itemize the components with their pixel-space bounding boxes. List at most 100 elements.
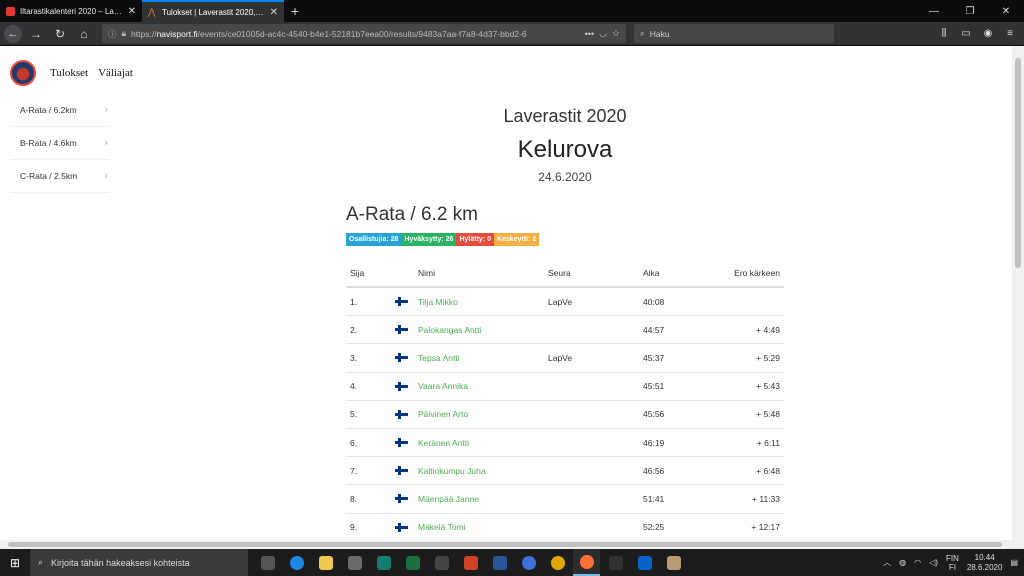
pocket-icon[interactable]: ◡ — [599, 28, 607, 39]
browser-toolbar: ⫼ ▭ ◉ ≡ — [934, 28, 1020, 39]
horizontal-scrollbar[interactable] — [0, 540, 1024, 549]
excel-icon[interactable] — [399, 549, 426, 576]
store-icon[interactable] — [341, 549, 368, 576]
result-name-link[interactable]: Mäkelä Tomi — [418, 522, 548, 532]
account-icon[interactable]: ◉ — [978, 28, 998, 39]
status-badges: Osallistujia: 28 Hyväksytty: 26 Hylätty:… — [346, 233, 540, 246]
restore-icon[interactable]: ❐ — [952, 0, 988, 22]
edge-icon[interactable] — [283, 549, 310, 576]
windows-start-icon[interactable]: ⊞ — [0, 556, 30, 570]
table-row: 5. Päivinen Arto 45:56 + 5:48 — [346, 401, 784, 429]
show-hidden-icons-icon[interactable]: ︿ — [883, 557, 891, 568]
bookmark-star-icon[interactable]: ☆ — [612, 28, 620, 39]
home-icon[interactable]: ⌂ — [74, 24, 94, 44]
terminal-icon[interactable] — [602, 549, 629, 576]
result-name-link[interactable]: Palokangas Antti — [418, 325, 548, 335]
browser-tab-2[interactable]: ⋀ Tulokset | Laverastit 2020, Kelu ✕ — [142, 0, 284, 22]
result-name-link[interactable]: Kaltiokumpu Juha — [418, 466, 548, 476]
wifi-icon[interactable]: ◠ — [914, 558, 921, 567]
reload-icon[interactable]: ↻ — [50, 24, 70, 44]
result-name-link[interactable]: Tepsa Antti — [418, 353, 548, 363]
close-tab-icon[interactable]: ✕ — [128, 6, 136, 17]
new-tab-button[interactable]: + — [284, 0, 306, 22]
header-time[interactable]: Aika — [643, 268, 713, 278]
powerpoint-icon[interactable] — [457, 549, 484, 576]
page-info-icon[interactable]: ⓘ — [108, 28, 117, 40]
header-pos[interactable]: Sija — [346, 268, 384, 278]
nav-splits-link[interactable]: Väliajat — [98, 67, 133, 79]
page-actions-icon[interactable]: ••• — [585, 29, 594, 39]
result-diff: + 6:48 — [756, 465, 780, 476]
clock[interactable]: 10.44 28.6.2020 — [967, 553, 1003, 573]
table-row: 6. Keränen Antti 46:19 + 6:11 — [346, 429, 784, 458]
word-icon[interactable] — [486, 549, 513, 576]
result-name-link[interactable]: Mäenpää Janne — [418, 494, 548, 504]
header-name[interactable]: Nimi — [418, 268, 548, 278]
notifications-icon[interactable]: ▤ — [1010, 558, 1018, 567]
result-time: 44:57 — [643, 324, 665, 335]
result-name-link[interactable]: Vaara Annika — [418, 381, 548, 391]
taskbar-apps — [254, 549, 687, 576]
menu-icon[interactable]: ≡ — [1000, 28, 1020, 39]
result-diff: + 4:49 — [756, 324, 780, 335]
results-table: Sija Nimi Seura Aika Ero kärkeen 1. Tilja… — [346, 260, 784, 540]
browser-tab-1[interactable]: Iltarastikalenteri 2020 – Lapin V ✕ — [0, 0, 142, 22]
finland-flag-icon — [394, 494, 408, 504]
result-time: 45:56 — [643, 409, 665, 420]
navisport-logo[interactable] — [10, 60, 36, 86]
network-icon[interactable]: ◍ — [899, 558, 906, 567]
file-explorer-icon[interactable] — [312, 549, 339, 576]
event-title: Laverastit 2020 — [503, 106, 627, 126]
search-bar[interactable]: ⌕ Haku — [634, 24, 834, 43]
library-icon[interactable]: ⫼ — [934, 28, 954, 39]
result-diff: + 11:33 — [752, 493, 780, 504]
notepad-icon[interactable] — [660, 549, 687, 576]
page-viewport: Tulokset Väliajat A-Rata / 6.2km › B-Rat… — [0, 46, 1024, 540]
url-text[interactable]: https://navisport.fi/events/ce01005d-ac4… — [131, 29, 580, 39]
result-position: 3. — [350, 352, 358, 363]
scroll-thumb[interactable] — [1015, 58, 1021, 268]
language-indicator[interactable]: FIN FI — [946, 554, 959, 572]
table-row: 4. Vaara Annika 45:51 + 5:43 — [346, 373, 784, 401]
header-club[interactable]: Seura — [548, 268, 643, 278]
firefox-icon[interactable] — [573, 549, 600, 576]
sidebar-item-c-rata[interactable]: C-Rata / 2.5km › — [10, 160, 110, 193]
tab-favicon-icon — [6, 6, 15, 16]
taskbar-search[interactable]: ⌕ Kirjoita tähän hakeaksesi kohteista — [30, 549, 248, 576]
volume-icon[interactable]: ◁) — [929, 558, 938, 567]
result-name-link[interactable]: Keränen Antti — [418, 438, 548, 448]
task-view-icon[interactable] — [254, 549, 281, 576]
chevron-right-icon: › — [104, 104, 108, 116]
tab-favicon-icon: ⋀ — [148, 6, 156, 17]
finland-flag-icon — [394, 297, 408, 307]
window-controls: — ❐ ✕ — [916, 0, 1024, 22]
app-a-icon[interactable] — [515, 549, 542, 576]
close-tab-icon[interactable]: ✕ — [270, 7, 278, 18]
publisher-icon[interactable] — [370, 549, 397, 576]
sidebar-item-label: C-Rata / 2.5km — [20, 171, 78, 181]
vertical-scrollbar[interactable] — [1012, 46, 1024, 540]
sidebar-item-label: B-Rata / 4.6km — [20, 138, 77, 148]
back-icon[interactable]: ← — [4, 24, 22, 43]
url-bar[interactable]: ⓘ 🔒︎ https://navisport.fi/events/ce01005… — [102, 24, 626, 43]
header-diff[interactable]: Ero kärkeen — [713, 268, 784, 278]
close-window-icon[interactable]: ✕ — [988, 0, 1024, 22]
mail-icon[interactable] — [631, 549, 658, 576]
result-diff: + 12:17 — [751, 522, 780, 533]
onenote-icon[interactable] — [428, 549, 455, 576]
scroll-thumb[interactable] — [8, 542, 1002, 547]
sidebar-item-b-rata[interactable]: B-Rata / 4.6km › — [10, 127, 110, 160]
sidebar-item-a-rata[interactable]: A-Rata / 6.2km › — [10, 94, 110, 127]
forward-icon[interactable]: → — [26, 24, 46, 44]
result-diff: + 5:48 — [756, 409, 780, 420]
disqualified-badge: Hylätty: 0 — [456, 233, 494, 246]
result-name-link[interactable]: Päivinen Arto — [418, 409, 548, 419]
tab-title: Tulokset | Laverastit 2020, Kelu — [162, 7, 265, 17]
nav-results-link[interactable]: Tulokset — [50, 67, 88, 79]
minimize-icon[interactable]: — — [916, 0, 952, 22]
sidebar-toggle-icon[interactable]: ▭ — [956, 28, 976, 39]
chrome-icon[interactable] — [544, 549, 571, 576]
browser-tabbar: Iltarastikalenteri 2020 – Lapin V ✕ ⋀ Tu… — [0, 0, 1024, 22]
result-name-link[interactable]: Tilja Mikko — [418, 297, 548, 307]
finland-flag-icon — [384, 522, 418, 532]
